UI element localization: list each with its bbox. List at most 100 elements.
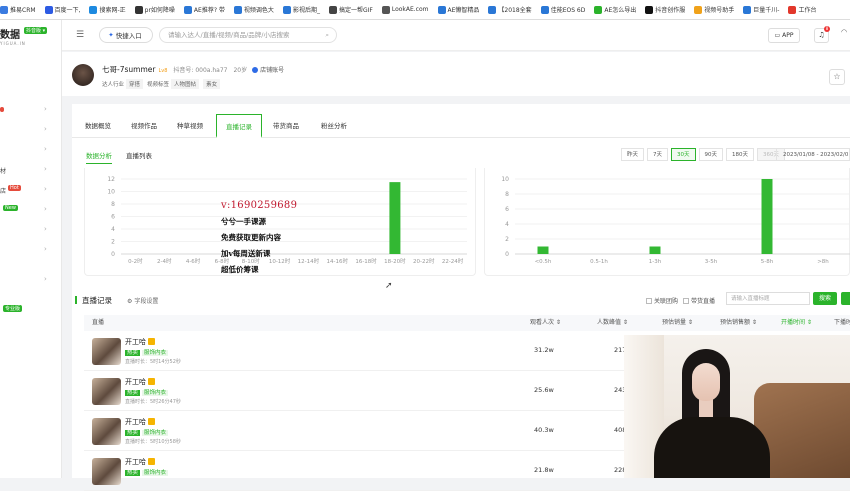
live-duration: 直播时长：5时10分58秒 [125, 439, 181, 445]
sidebar-item[interactable]: 店 Hot › [0, 184, 60, 196]
sidebar-item[interactable]: New › [0, 204, 60, 216]
live-cover-thumbnail[interactable] [92, 418, 121, 445]
bar[interactable] [761, 179, 773, 254]
sidebar-footer[interactable]: 专业版 [0, 304, 60, 316]
chevron-right-icon: › [44, 275, 47, 283]
export-button[interactable] [841, 292, 850, 305]
bookmark-item[interactable]: 巨量千川- [743, 5, 779, 14]
date-range-picker[interactable]: 2023/01/08 - 2023/02/0 [776, 148, 850, 161]
bookmark-item[interactable]: 视频号助手 [694, 5, 734, 14]
bar[interactable] [537, 246, 549, 255]
date-range-button[interactable]: 90天 [698, 148, 724, 161]
live-cover-thumbnail[interactable] [92, 338, 121, 365]
live-cover-thumbnail[interactable] [92, 378, 121, 405]
bookmark-item[interactable]: AE怎么导出 [594, 5, 636, 14]
bookmark-favicon-icon [282, 5, 291, 14]
subtab-live-list[interactable]: 直播列表 [126, 150, 152, 160]
subtab-data-analysis[interactable]: 数据分析 [86, 150, 112, 164]
date-range-button[interactable]: 30天 [671, 148, 696, 161]
y-tick-label: 4 [111, 226, 115, 233]
checkbox-sales-live[interactable]: 带货直播 [683, 296, 715, 305]
shop-account-link[interactable]: 店铺账号 [252, 67, 284, 74]
checkbox-group-buy[interactable]: 关联团购 [646, 296, 678, 305]
column-header[interactable]: 开播时间 ⇕ [781, 315, 812, 331]
bookmark-item[interactable]: 【2018全套 [488, 5, 532, 14]
live-title-search-input[interactable]: 请输入直播标题 [726, 292, 810, 305]
logo-text: 数据 [0, 30, 20, 41]
global-search-input[interactable]: 请输入达人/直播/视频/商品/品牌/小店搜索 ⌕ [159, 27, 337, 43]
bookmark-item[interactable]: 工作台 [788, 5, 816, 14]
search-icon[interactable]: ⌕ [325, 28, 329, 42]
sidebar-item[interactable]: › [0, 124, 60, 136]
x-tick-label: 2-4时 [157, 257, 172, 265]
live-tags: 热卖 服饰内衣 [125, 388, 169, 396]
column-header[interactable]: 预估销量 ⇕ [662, 315, 693, 331]
y-tick-label: 6 [111, 214, 115, 221]
notification-button[interactable]: ♫ 8 [814, 26, 830, 43]
live-title[interactable]: 开工哈 [125, 457, 155, 467]
live-title[interactable]: 开工哈 [125, 337, 155, 347]
column-header[interactable]: 预估销售额 ⇕ [720, 315, 757, 331]
tab-item[interactable]: 种草视频 [170, 114, 210, 138]
sidebar-item[interactable]: 材 › [0, 164, 60, 176]
date-range-button[interactable]: 180天 [726, 148, 755, 161]
field-settings-label: 字段设置 [134, 298, 159, 305]
bar[interactable] [389, 182, 401, 254]
live-title[interactable]: 开工哈 [125, 417, 155, 427]
sidebar-item[interactable]: › [0, 144, 60, 156]
bookmark-item[interactable]: 佳能EOS 6D [540, 5, 585, 14]
bookmark-item[interactable]: 百度一下, [44, 5, 81, 14]
sidebar-item[interactable]: › [0, 224, 60, 236]
quick-entry-button[interactable]: ✦ 快捷入口 [99, 27, 153, 43]
bookmark-label: 百度一下, [54, 7, 81, 14]
tab-item[interactable]: 带货商品 [266, 114, 306, 138]
sidebar-item-badge: New [3, 205, 18, 211]
level-badge: Lv8 [158, 68, 168, 74]
bookmark-item[interactable]: 视频调色大 [233, 5, 274, 14]
bookmark-item[interactable]: AE懒智精品 [437, 5, 479, 14]
tab-item[interactable]: 视频作品 [124, 114, 164, 138]
bar[interactable] [649, 246, 661, 255]
sidebar-item[interactable]: › [0, 244, 60, 256]
tab-item[interactable]: 粉丝分析 [314, 114, 354, 138]
bookmark-item[interactable]: 搞定一帮GIF [328, 5, 373, 14]
field-settings-button[interactable]: ⚙ 字段设置 [127, 296, 158, 305]
logo[interactable]: 数据 YIGUA.IN 抖音版 ▾ [0, 26, 48, 46]
avatar[interactable] [72, 64, 94, 86]
checkbox-icon [646, 298, 652, 304]
column-header[interactable]: 人数峰值 ⇕ [597, 315, 628, 331]
live-title[interactable]: 开工哈 [125, 377, 155, 387]
x-tick-label: 22-24时 [442, 257, 464, 265]
bookmark-item[interactable]: 推易CRM [0, 5, 36, 14]
y-tick-label: 4 [505, 221, 509, 228]
platform-badge[interactable]: 抖音版 ▾ [24, 27, 48, 34]
column-header[interactable]: 下播时 [834, 315, 850, 331]
x-tick-label: 0-2时 [128, 257, 143, 265]
date-range-button[interactable]: 昨天 [621, 148, 645, 161]
tab-bar: 数据概览 视频作品 种草视频 直播记录 带货商品 粉丝分析 [72, 114, 850, 138]
bookmark-favicon-icon [694, 5, 703, 14]
views-value: 31.2w [534, 346, 554, 354]
headset-icon[interactable]: ◠ [841, 28, 847, 36]
bookmark-item[interactable]: AE推荐? 带 [183, 5, 225, 14]
bookmark-item[interactable]: 搜索网-正 [89, 5, 126, 14]
x-tick-label: 14-16时 [327, 257, 349, 265]
date-range-button[interactable]: 7天 [647, 148, 669, 161]
tab-item[interactable]: 直播记录 [216, 114, 262, 138]
sidebar-item[interactable]: › [0, 274, 60, 286]
bookmark-item[interactable]: pr如何降噪 [134, 5, 175, 14]
search-button[interactable]: 搜索 [813, 292, 837, 305]
app-download-button[interactable]: ▭ APP [768, 28, 800, 43]
tab-item[interactable]: 数据概览 [78, 114, 118, 138]
quick-entry-icon: ✦ [108, 31, 114, 39]
column-header[interactable]: 观看人次 ⇕ [530, 315, 561, 331]
bookmark-item[interactable]: 影视后期_ [282, 5, 320, 14]
sidebar-item[interactable]: › [0, 104, 60, 116]
bookmark-label: 搜索网-正 [99, 7, 126, 14]
live-cover-thumbnail[interactable] [92, 458, 121, 485]
views-value: 40.3w [534, 426, 554, 434]
bookmark-item[interactable]: LookAE.com [381, 5, 429, 14]
bookmark-item[interactable]: 抖音创作服 [645, 5, 685, 14]
menu-icon[interactable]: ☰ [76, 30, 84, 40]
favorite-star-icon[interactable]: ☆ [829, 69, 845, 85]
